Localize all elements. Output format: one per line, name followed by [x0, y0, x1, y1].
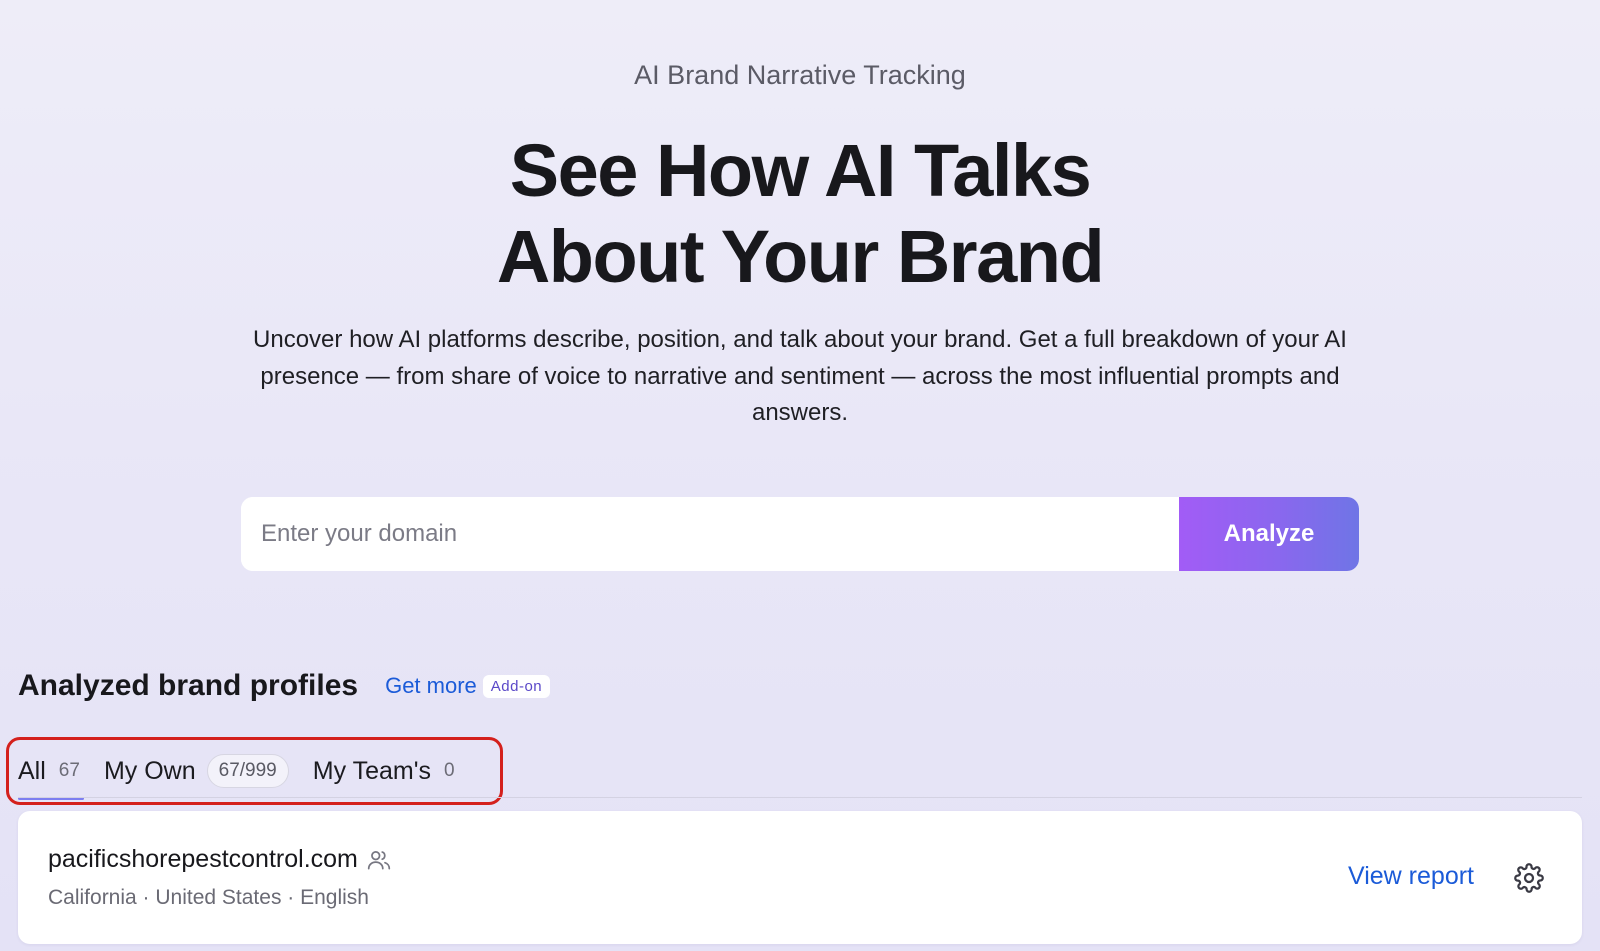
section-title: Analyzed brand profiles [18, 669, 359, 702]
tab-my-team-label: My Team's [312, 756, 431, 785]
tab-all[interactable]: All 67 [18, 745, 84, 800]
hero-title-line-1: See How AI Talks [509, 129, 1092, 212]
hero-title: See How AI Talks About Your Brand [0, 128, 1600, 300]
profile-tabs: All 67 My Own 67/999 My Team's 0 [18, 745, 479, 800]
get-more-link[interactable]: Get more [385, 673, 477, 699]
tab-my-own-count: 67/999 [206, 754, 289, 788]
domain-search-form: Analyze [241, 497, 1359, 571]
brand-profile-card: pacificshorepestcontrol.com California ·… [18, 811, 1582, 944]
analyze-button[interactable]: Analyze [1179, 497, 1359, 571]
tabs-divider [18, 797, 1582, 798]
profile-domain-row: pacificshorepestcontrol.com [48, 845, 392, 874]
hero-title-line-2: About Your Brand [496, 215, 1105, 298]
profile-domain: pacificshorepestcontrol.com [48, 845, 358, 873]
tab-my-own[interactable]: My Own 67/999 [104, 745, 289, 797]
profile-meta: California · United States · English [48, 886, 369, 909]
profiles-section-header: Analyzed brand profiles Get more Add-on [18, 669, 551, 703]
tab-my-team[interactable]: My Team's 0 [313, 745, 455, 797]
eyebrow-label: AI Brand Narrative Tracking [634, 60, 966, 90]
tab-my-team-count: 0 [443, 760, 455, 781]
team-users-icon [367, 850, 391, 870]
view-report-link[interactable]: View report [1348, 862, 1474, 891]
tab-all-label: All [18, 756, 46, 785]
hero-subtitle: Uncover how AI platforms describe, posit… [253, 326, 1347, 426]
domain-input[interactable] [241, 497, 1179, 571]
addon-badge: Add-on [482, 674, 551, 698]
tab-my-own-label: My Own [103, 756, 196, 785]
tab-all-count: 67 [58, 760, 80, 781]
settings-gear-icon[interactable] [1514, 863, 1544, 893]
